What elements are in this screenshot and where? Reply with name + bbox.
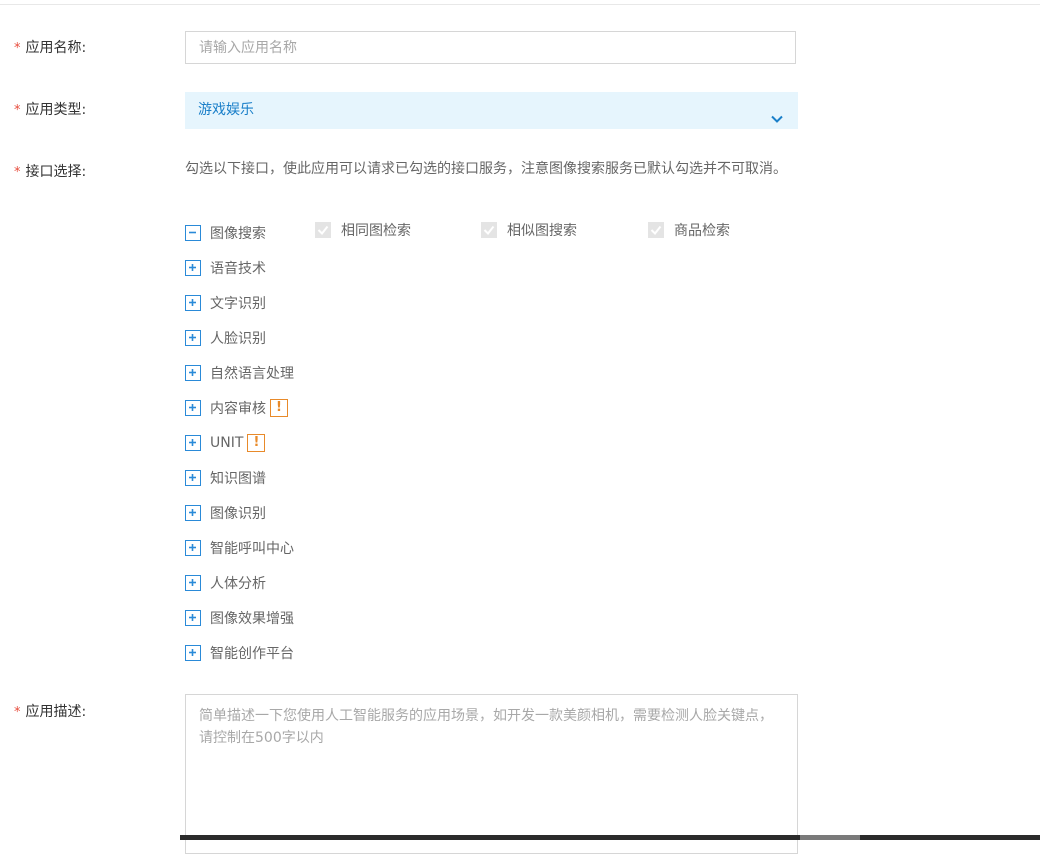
chevron-down-icon — [770, 104, 784, 123]
api-group-label: 知识图谱 — [210, 471, 266, 487]
api-select-description: 勾选以下接口，使此应用可以请求已勾选的接口服务，注意图像搜索服务已默认勾选并不可… — [185, 161, 787, 177]
app-name-label: * 应用名称: — [14, 40, 87, 56]
api-group-label: 智能创作平台 — [210, 646, 294, 662]
expand-icon[interactable] — [185, 540, 201, 556]
api-group-knowledge-graph[interactable]: 知识图谱 — [185, 468, 266, 488]
top-divider — [0, 0, 1040, 5]
api-group-unit[interactable]: UNIT ! — [185, 433, 266, 453]
api-group-label: 人体分析 — [210, 576, 266, 592]
api-group-label: UNIT — [210, 435, 244, 451]
api-group-creation-platform[interactable]: 智能创作平台 — [185, 643, 294, 663]
app-type-label: * 应用类型: — [14, 102, 87, 118]
collapse-icon[interactable] — [185, 225, 201, 241]
checkbox-checked-disabled-icon[interactable] — [481, 222, 497, 238]
app-desc-label: * 应用描述: — [14, 704, 87, 720]
api-option-label: 商品检索 — [674, 223, 730, 239]
required-mark: * — [14, 41, 21, 56]
expand-icon[interactable] — [185, 365, 201, 381]
warning-icon[interactable]: ! — [270, 399, 288, 417]
expand-icon[interactable] — [185, 505, 201, 521]
warning-icon[interactable]: ! — [247, 434, 266, 452]
api-group-image-recognition[interactable]: 图像识别 — [185, 503, 266, 523]
api-group-ocr[interactable]: 文字识别 — [185, 293, 266, 313]
expand-icon[interactable] — [185, 260, 201, 276]
api-group-label: 人脸识别 — [210, 331, 266, 347]
api-select-label: * 接口选择: — [14, 164, 87, 180]
expand-icon[interactable] — [185, 435, 201, 451]
api-group-label: 智能呼叫中心 — [210, 541, 294, 557]
api-group-nlp[interactable]: 自然语言处理 — [185, 363, 294, 383]
api-option-product-search[interactable]: 商品检索 — [648, 220, 730, 240]
api-group-label: 图像效果增强 — [210, 611, 294, 627]
api-group-image-search[interactable]: 图像搜索 — [185, 223, 266, 243]
checkbox-checked-disabled-icon[interactable] — [648, 222, 664, 238]
api-group-image-enhance[interactable]: 图像效果增强 — [185, 608, 294, 628]
api-group-label: 图像搜索 — [210, 226, 266, 242]
api-group-label: 内容审核 — [210, 401, 266, 417]
required-mark: * — [14, 705, 21, 720]
api-group-body-analysis[interactable]: 人体分析 — [185, 573, 266, 593]
api-option-similar-image[interactable]: 相似图搜索 — [481, 220, 577, 240]
expand-icon[interactable] — [185, 330, 201, 346]
api-group-face[interactable]: 人脸识别 — [185, 328, 266, 348]
api-option-label: 相同图检索 — [341, 223, 411, 239]
expand-icon[interactable] — [185, 400, 201, 416]
app-desc-textarea[interactable] — [185, 694, 798, 854]
horizontal-scrollbar[interactable] — [180, 835, 1040, 840]
required-mark: * — [14, 103, 21, 118]
api-group-speech[interactable]: 语音技术 — [185, 258, 266, 278]
checkbox-checked-disabled-icon[interactable] — [315, 222, 331, 238]
app-type-selected-value: 游戏娱乐 — [198, 102, 254, 118]
required-mark: * — [14, 165, 21, 180]
api-group-label: 自然语言处理 — [210, 366, 294, 382]
expand-icon[interactable] — [185, 295, 201, 311]
api-group-call-center[interactable]: 智能呼叫中心 — [185, 538, 294, 558]
app-type-select[interactable]: 游戏娱乐 — [185, 92, 798, 129]
api-option-same-image[interactable]: 相同图检索 — [315, 220, 411, 240]
api-option-label: 相似图搜索 — [507, 223, 577, 239]
expand-icon[interactable] — [185, 610, 201, 626]
api-group-label: 图像识别 — [210, 506, 266, 522]
api-group-label: 文字识别 — [210, 296, 266, 312]
expand-icon[interactable] — [185, 470, 201, 486]
expand-icon[interactable] — [185, 645, 201, 661]
horizontal-scrollbar-thumb[interactable] — [800, 835, 860, 840]
expand-icon[interactable] — [185, 575, 201, 591]
api-group-content-audit[interactable]: 内容审核 ! — [185, 398, 288, 418]
app-name-input[interactable] — [185, 31, 796, 64]
api-group-label: 语音技术 — [210, 261, 266, 277]
